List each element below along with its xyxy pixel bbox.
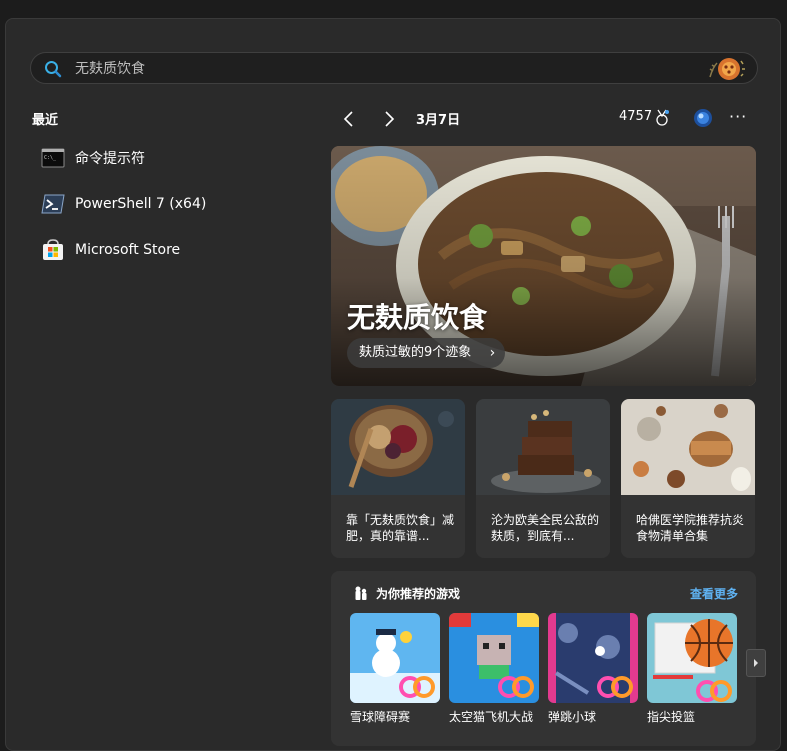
feed-date: 3月7日: [416, 113, 461, 128]
article-image: [621, 399, 755, 495]
game-name: 太空猫飞机大战: [449, 710, 534, 724]
article-title: 哈佛医学院推荐抗炎食物清单合集: [636, 513, 745, 543]
game-tile[interactable]: 雪球障碍赛: [350, 613, 440, 725]
hero-article-card[interactable]: 无麸质饮食 麸质过敏的9个迹象 ›: [331, 146, 756, 386]
recent-item-powershell[interactable]: PowerShell 7 (x64): [36, 186, 306, 222]
search-box[interactable]: [30, 52, 758, 84]
recent-item-label: Microsoft Store: [75, 242, 181, 258]
game-tile[interactable]: 指尖投篮: [647, 613, 737, 725]
game-thumbnail: [449, 613, 539, 703]
profile-gem-icon[interactable]: [693, 108, 713, 128]
chevron-right-icon: [754, 659, 758, 667]
article-card[interactable]: 沦为欧美全民公敌的麸质，到底有...: [476, 399, 610, 558]
game-thumbnail: [647, 613, 737, 703]
forward-arrow-icon[interactable]: [377, 107, 401, 131]
svg-text:C:\_: C:\_: [44, 155, 57, 161]
chevron-right-icon: ›: [489, 345, 496, 361]
search-input[interactable]: [73, 58, 677, 80]
powershell-icon: [41, 194, 65, 214]
hero-related-label: 麸质过敏的9个迹象: [359, 345, 472, 360]
article-card[interactable]: 哈佛医学院推荐抗炎食物清单合集: [621, 399, 755, 558]
widgets-panel: 最近 C:\_ 命令提示符 PowerShell 7 (x64) Microso…: [5, 18, 781, 751]
store-icon: [43, 239, 63, 260]
feed-nav: 3月7日 4757 ···: [331, 107, 761, 131]
hero-related-link[interactable]: 麸质过敏的9个迹象 ›: [347, 338, 506, 368]
search-icon: [45, 61, 62, 78]
game-tile[interactable]: 太空猫飞机大战: [449, 613, 539, 725]
game-name: 指尖投篮: [647, 710, 696, 724]
recent-item-cmd[interactable]: C:\_ 命令提示符: [36, 140, 306, 176]
game-name: 雪球障碍赛: [350, 710, 411, 724]
back-arrow-icon[interactable]: [337, 107, 361, 131]
article-image: [476, 399, 610, 495]
cmd-icon: C:\_: [41, 148, 65, 168]
recent-heading: 最近: [32, 113, 59, 128]
games-title: 为你推荐的游戏: [376, 587, 461, 601]
game-name: 弹跳小球: [548, 710, 597, 724]
game-thumbnail: [548, 613, 638, 703]
article-title: 靠「无麸质饮食」减肥，真的靠谱...: [346, 513, 455, 543]
games-section: 为你推荐的游戏 查看更多 雪球障碍赛 太空猫飞机大战 弹跳小球 指尖投篮: [331, 571, 766, 746]
more-options-button[interactable]: ···: [729, 107, 747, 126]
rewards-points[interactable]: 4757: [619, 109, 652, 124]
medal-icon[interactable]: [654, 109, 670, 127]
game-thumbnail: [350, 613, 440, 703]
recent-item-store[interactable]: Microsoft Store: [36, 232, 306, 268]
see-more-link[interactable]: 查看更多: [690, 585, 738, 602]
game-controller-icon: [355, 586, 367, 600]
hero-title: 无麸质饮食: [347, 301, 488, 334]
games-scroll-right-button[interactable]: [746, 649, 766, 677]
article-card[interactable]: 靠「无麸质饮食」减肥，真的靠谱...: [331, 399, 465, 558]
article-title: 沦为欧美全民公敌的麸质，到底有...: [491, 513, 600, 543]
game-tile[interactable]: 弹跳小球: [548, 613, 638, 725]
article-image: [331, 399, 465, 495]
recent-item-label: 命令提示符: [75, 151, 145, 167]
recent-item-label: PowerShell 7 (x64): [75, 196, 207, 212]
doodle-icon[interactable]: [707, 55, 745, 83]
